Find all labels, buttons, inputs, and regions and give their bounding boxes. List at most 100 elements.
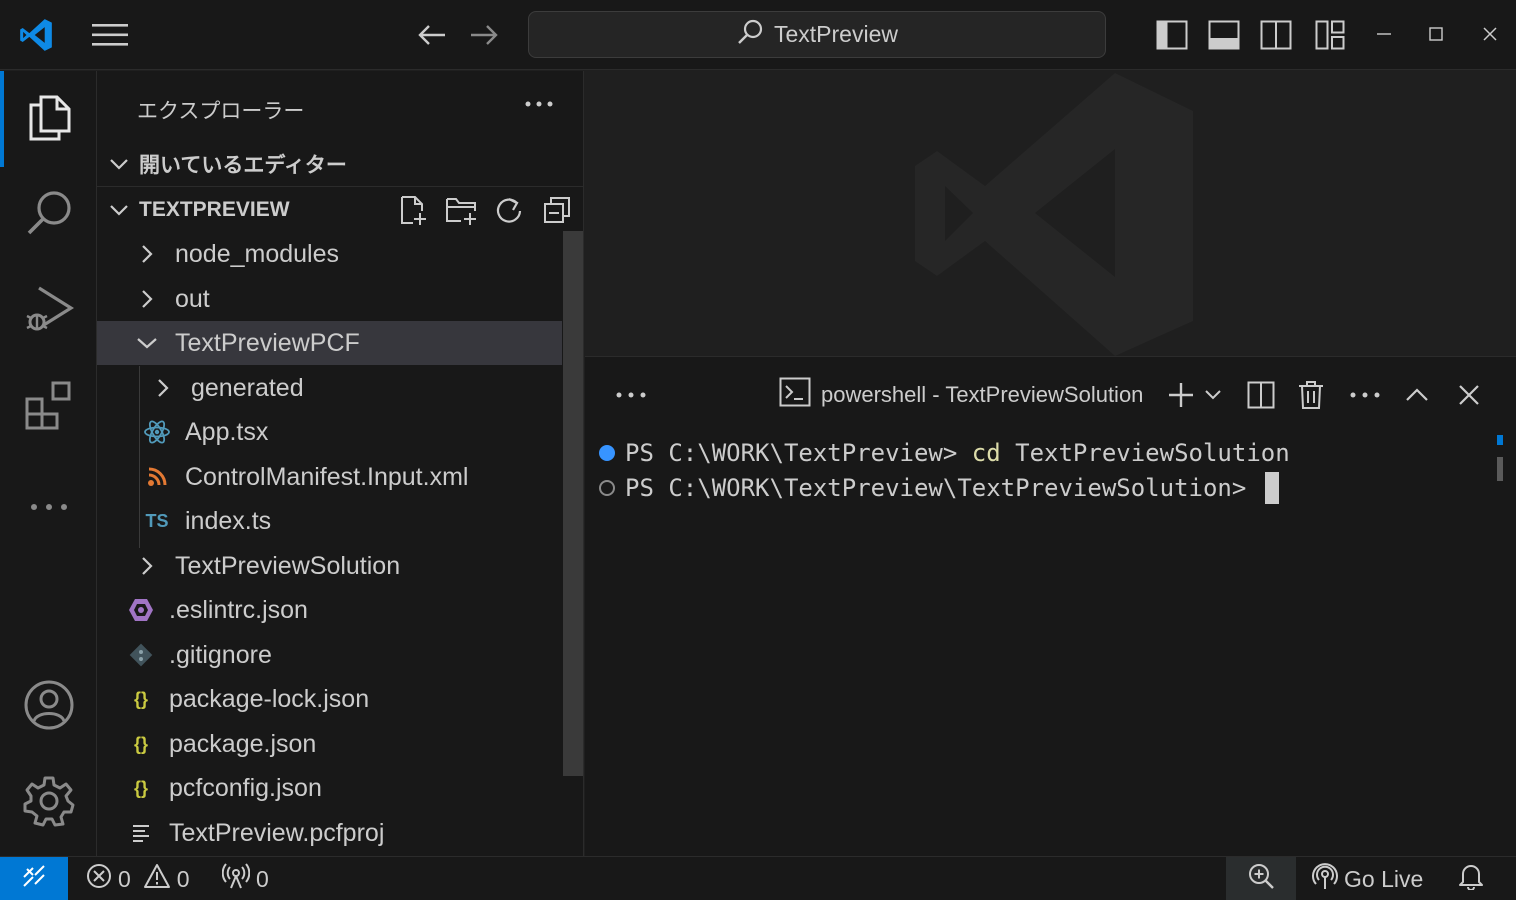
- project-label: TEXTPREVIEW: [139, 198, 290, 221]
- chevron-down-icon: [99, 158, 139, 170]
- tree-item-label: out: [175, 284, 210, 313]
- open-editors-label: 開いているエディター: [139, 154, 347, 177]
- vscode-logo-icon: [12, 12, 60, 58]
- vscode-watermark-icon: [915, 71, 1195, 356]
- run-debug-activity[interactable]: [0, 263, 97, 359]
- problems-status[interactable]: 0 0: [86, 857, 190, 900]
- refresh-icon[interactable]: [492, 193, 526, 227]
- chevron-right-icon: [133, 285, 161, 313]
- broadcast-icon: [221, 863, 251, 895]
- sidebar-title: エクスプローラー: [137, 100, 305, 123]
- active-indicator: [0, 71, 4, 167]
- chevron-right-icon: [133, 552, 161, 580]
- accounts-activity[interactable]: [0, 659, 97, 755]
- tree-item-package-json[interactable]: {} package.json: [97, 722, 562, 766]
- collapse-all-icon[interactable]: [540, 193, 574, 227]
- chevron-right-icon: [133, 240, 161, 268]
- chevron-down-icon: [133, 329, 161, 357]
- explorer-sidebar: エクスプローラー 開いているエディター TEXTPREVIEW node_mod…: [97, 71, 584, 856]
- panel-more-actions-icon[interactable]: [1345, 375, 1385, 415]
- ports-status[interactable]: 0: [221, 857, 269, 900]
- trash-icon[interactable]: [1291, 375, 1331, 415]
- scroll-marker: [1497, 435, 1503, 445]
- open-editors-section[interactable]: 開いているエディター: [97, 142, 583, 186]
- extensions-icon: [23, 379, 75, 436]
- tree-item-gitignore[interactable]: .gitignore: [97, 633, 562, 677]
- tree-item-out[interactable]: out: [97, 277, 562, 321]
- command-success-dot: [599, 445, 615, 461]
- manage-activity[interactable]: [0, 755, 97, 851]
- chevron-right-icon: [149, 374, 177, 402]
- terminal-tab[interactable]: powershell - TextPreviewSolution: [779, 375, 1143, 415]
- terminal-scrollbar[interactable]: [1497, 457, 1503, 481]
- tree-item-label: TextPreview.pcfproj: [169, 818, 385, 847]
- typescript-icon: TS: [145, 510, 169, 531]
- customize-layout-icon[interactable]: [1306, 12, 1354, 58]
- sidebar-scrollbar[interactable]: [563, 231, 583, 776]
- new-folder-icon[interactable]: [444, 193, 478, 227]
- toggle-primary-sidebar-icon[interactable]: [1148, 12, 1196, 58]
- tree-item-index-ts[interactable]: TS index.ts: [97, 499, 562, 543]
- tree-item-label: .gitignore: [169, 640, 272, 669]
- maximize-panel-icon[interactable]: [1397, 375, 1437, 415]
- zoom-in-icon: [1247, 862, 1275, 896]
- tree-item-app-tsx[interactable]: App.tsx: [97, 410, 562, 454]
- tree-item-textpreviewsolution[interactable]: TextPreviewSolution: [97, 544, 562, 588]
- zoom-status[interactable]: [1226, 857, 1296, 900]
- maximize-icon[interactable]: [1416, 14, 1456, 54]
- tree-item-eslintrc[interactable]: .eslintrc.json: [97, 588, 562, 632]
- terminal-dropdown-icon[interactable]: [1193, 375, 1233, 415]
- terminal-command: cd: [971, 439, 1001, 467]
- remote-indicator[interactable]: [0, 857, 68, 900]
- git-icon: [127, 641, 155, 669]
- gear-icon: [23, 775, 75, 832]
- tree-item-textpreviewpcf[interactable]: TextPreviewPCF: [97, 321, 562, 365]
- go-live-button[interactable]: Go Live: [1312, 857, 1423, 900]
- command-pending-dot: [599, 480, 615, 496]
- new-file-icon[interactable]: [396, 193, 430, 227]
- explorer-activity[interactable]: [0, 71, 97, 167]
- tree-item-controlmanifest[interactable]: ControlManifest.Input.xml: [97, 455, 562, 499]
- minimize-icon[interactable]: [1364, 14, 1404, 54]
- notifications-status[interactable]: [1458, 857, 1484, 900]
- panel-more-icon[interactable]: [611, 375, 651, 415]
- files-icon: [25, 91, 73, 148]
- split-terminal-icon[interactable]: [1241, 375, 1281, 415]
- lines-icon: [127, 819, 155, 847]
- tree-item-label: node_modules: [175, 239, 340, 268]
- chevron-down-icon: [99, 204, 139, 216]
- tree-item-package-lock-json[interactable]: {} package-lock.json: [97, 677, 562, 721]
- json-braces-icon: {}: [133, 688, 148, 709]
- more-actions-icon[interactable]: [521, 89, 557, 119]
- title-bar: TextPreview: [0, 0, 1516, 70]
- tree-item-node-modules[interactable]: node_modules: [97, 232, 562, 276]
- more-activity[interactable]: [0, 459, 97, 555]
- project-section[interactable]: TEXTPREVIEW: [97, 188, 583, 232]
- terminal-title: powershell - TextPreviewSolution: [821, 382, 1144, 407]
- command-center-search[interactable]: TextPreview: [528, 11, 1106, 58]
- more-horizontal-icon: [29, 498, 69, 516]
- close-panel-icon[interactable]: [1449, 375, 1489, 415]
- terminal-args: TextPreviewSolution: [1000, 439, 1290, 467]
- toggle-panel-icon[interactable]: [1200, 12, 1248, 58]
- close-window-icon[interactable]: [1470, 14, 1510, 54]
- forward-arrow-icon[interactable]: [460, 12, 508, 58]
- toggle-secondary-sidebar-icon[interactable]: [1252, 12, 1300, 58]
- back-arrow-icon[interactable]: [408, 12, 456, 58]
- terminal-prompt: PS C:\WORK\TextPreview\TextPreviewSoluti…: [625, 474, 1261, 502]
- tree-item-pcfconfig-json[interactable]: {} pcfconfig.json: [97, 766, 562, 810]
- warning-icon: [143, 863, 171, 895]
- search-activity[interactable]: [0, 167, 97, 263]
- broadcast-icon: [1312, 862, 1338, 896]
- tree-item-label: package-lock.json: [169, 684, 370, 713]
- terminal-line[interactable]: PS C:\WORK\TextPreview\TextPreviewSoluti…: [599, 471, 1279, 505]
- tree-item-pcfproj[interactable]: TextPreview.pcfproj: [97, 811, 562, 855]
- tree-item-generated[interactable]: generated: [97, 366, 562, 410]
- account-icon: [23, 679, 75, 736]
- tree-item-label: pcfconfig.json: [169, 773, 322, 802]
- menu-icon[interactable]: [86, 12, 134, 58]
- eslint-icon: [127, 596, 155, 624]
- section-divider: [97, 186, 583, 187]
- error-count: 0: [118, 865, 131, 892]
- extensions-activity[interactable]: [0, 359, 97, 455]
